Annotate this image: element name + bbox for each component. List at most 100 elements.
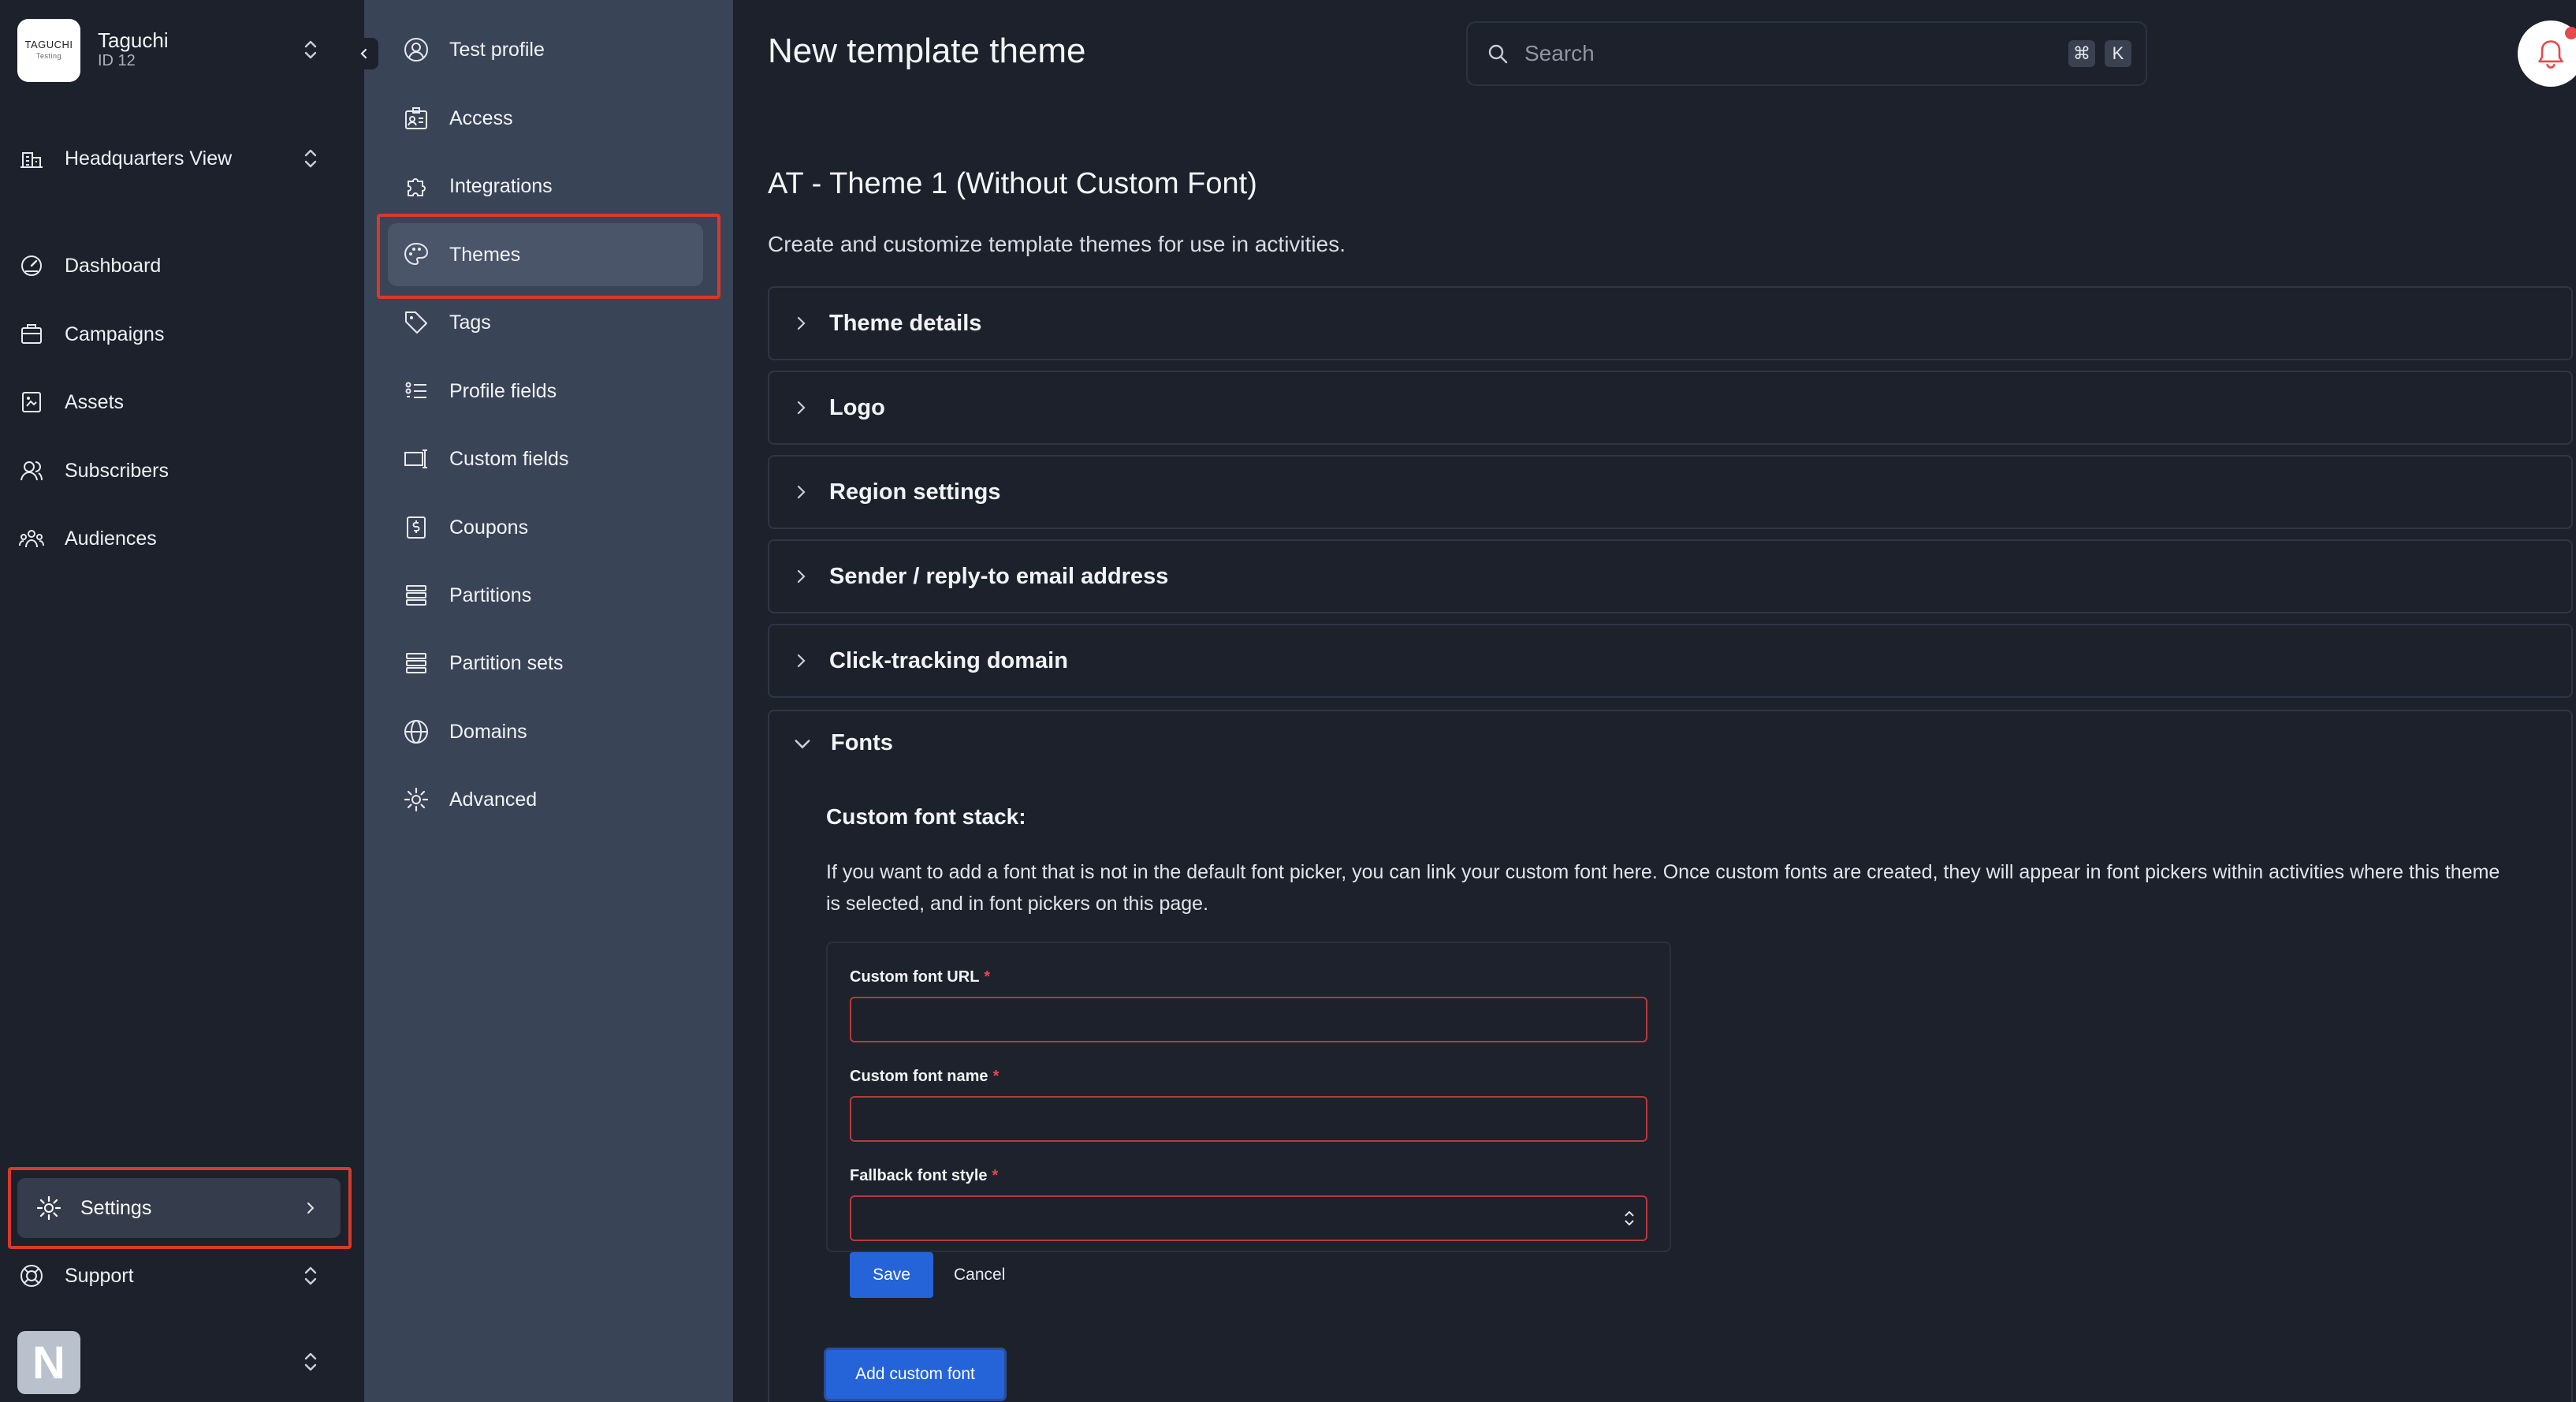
submenu-item-label: Profile fields bbox=[449, 379, 557, 402]
accordion-sender-reply-to[interactable]: Sender / reply-to email address bbox=[768, 539, 2573, 613]
support-chevrons-icon[interactable] bbox=[301, 1264, 320, 1288]
nav-item-label: Subscribers bbox=[65, 459, 169, 482]
palette-icon bbox=[402, 241, 430, 269]
nav-item-audiences[interactable]: Audiences bbox=[17, 518, 341, 559]
accordion-theme-details[interactable]: Theme details bbox=[768, 286, 2573, 360]
page-title: New template theme bbox=[768, 32, 1086, 70]
nav-item-support[interactable]: Support bbox=[17, 1255, 341, 1296]
submenu-item-domains[interactable]: Domains bbox=[388, 700, 703, 763]
subscribers-icon bbox=[17, 457, 46, 485]
submenu-item-partitions[interactable]: Partitions bbox=[388, 564, 703, 627]
fallback-font-style-label: Fallback font style * bbox=[850, 1167, 998, 1185]
submenu-item-profile-fields[interactable]: Profile fields bbox=[388, 360, 703, 423]
org-logo-text: TAGUCHI bbox=[24, 39, 73, 50]
primary-sidebar: TAGUCHI Testing Taguchi ID 12 Headquarte… bbox=[0, 0, 364, 1402]
fallback-font-style-select[interactable] bbox=[850, 1195, 1647, 1241]
submenu-item-label: Partition sets bbox=[449, 651, 564, 674]
chevron-right-icon bbox=[797, 654, 806, 668]
view-switcher-chevrons-icon[interactable] bbox=[301, 147, 320, 170]
cancel-button[interactable]: Cancel bbox=[954, 1252, 1005, 1298]
accordion-region-settings[interactable]: Region settings bbox=[768, 455, 2573, 529]
label-text: Custom font URL bbox=[850, 968, 980, 986]
bell-icon bbox=[2538, 40, 2563, 69]
custom-font-name-input[interactable] bbox=[850, 1096, 1647, 1142]
coupon-icon bbox=[402, 513, 430, 542]
submenu-item-label: Themes bbox=[449, 243, 521, 266]
org-name: Taguchi bbox=[98, 28, 169, 52]
select-chevrons-icon bbox=[1625, 1210, 1634, 1226]
accordion-label: Logo bbox=[829, 394, 885, 420]
submenu-item-label: Tags bbox=[449, 311, 491, 334]
collapse-sidebar-button[interactable] bbox=[350, 38, 378, 69]
user-menu-chevrons-icon[interactable] bbox=[301, 1350, 320, 1374]
search-box[interactable]: Search ⌘ K bbox=[1466, 21, 2147, 86]
accordion-label: Click-tracking domain bbox=[829, 647, 1068, 673]
submenu-item-tags[interactable]: Tags bbox=[388, 291, 703, 354]
required-mark: * bbox=[992, 1068, 1000, 1085]
shortcut-key-cmd: ⌘ bbox=[2068, 40, 2095, 67]
gear-icon bbox=[402, 785, 430, 814]
nav-item-label: Support bbox=[65, 1264, 134, 1287]
nav-item-settings[interactable]: Settings bbox=[17, 1178, 341, 1238]
submenu-item-partition-sets[interactable]: Partition sets bbox=[388, 632, 703, 695]
add-custom-font-button[interactable]: Add custom font bbox=[826, 1350, 1004, 1399]
user-circle-icon bbox=[402, 35, 430, 64]
tag-icon bbox=[402, 308, 430, 337]
custom-field-icon bbox=[402, 445, 430, 473]
save-button[interactable]: Save bbox=[850, 1252, 933, 1298]
puzzle-icon bbox=[402, 172, 430, 200]
list-icon bbox=[402, 377, 430, 405]
stack-icon bbox=[402, 581, 430, 610]
nav-item-label: Settings bbox=[80, 1196, 152, 1219]
custom-font-stack-description: If you want to add a font that is not in… bbox=[826, 861, 2500, 915]
submenu-item-label: Test profile bbox=[449, 38, 545, 61]
chevron-right-icon bbox=[797, 316, 806, 330]
accordion-label: Theme details bbox=[829, 310, 982, 336]
assets-icon bbox=[17, 388, 46, 416]
accordion-fonts-header[interactable]: Fonts bbox=[791, 730, 893, 756]
nav-item-subscribers[interactable]: Subscribers bbox=[17, 450, 341, 491]
custom-font-url-input[interactable] bbox=[850, 997, 1647, 1042]
submenu-item-coupons[interactable]: Coupons bbox=[388, 496, 703, 559]
search-placeholder: Search bbox=[1524, 41, 1595, 65]
nav-item-campaigns[interactable]: Campaigns bbox=[17, 314, 341, 355]
label-text: Fallback font style bbox=[850, 1167, 988, 1184]
notifications-button[interactable] bbox=[2518, 21, 2576, 87]
user-avatar[interactable]: N bbox=[17, 1331, 80, 1394]
globe-icon bbox=[402, 718, 430, 746]
accordion-click-tracking-domain[interactable]: Click-tracking domain bbox=[768, 624, 2573, 698]
building-icon bbox=[17, 144, 46, 173]
submenu-item-advanced[interactable]: Advanced bbox=[388, 768, 703, 831]
submenu-item-custom-fields[interactable]: Custom fields bbox=[388, 427, 703, 490]
main-content: New template theme Search ⌘ K AT - Theme… bbox=[733, 0, 2576, 1402]
stack-icon bbox=[402, 649, 430, 677]
custom-font-form: Custom font URL * Custom font name * Fallb… bbox=[826, 942, 1671, 1298]
search-icon bbox=[1487, 43, 1509, 65]
settings-submenu: Test profile Access Integrations Themes … bbox=[364, 0, 733, 1402]
nav-item-label: Campaigns bbox=[65, 323, 165, 345]
theme-name: AT - Theme 1 (Without Custom Font) bbox=[768, 167, 1257, 200]
submenu-item-integrations[interactable]: Integrations bbox=[388, 155, 703, 218]
org-logo[interactable]: TAGUCHI Testing bbox=[17, 19, 80, 82]
view-selector[interactable]: Headquarters View bbox=[17, 138, 341, 179]
chevron-right-icon bbox=[797, 485, 806, 499]
accordion-label: Region settings bbox=[829, 479, 1001, 505]
theme-description: Create and customize template themes for… bbox=[768, 232, 1346, 256]
submenu-item-themes[interactable]: Themes bbox=[388, 223, 703, 286]
submenu-item-test-profile[interactable]: Test profile bbox=[388, 18, 703, 81]
submenu-item-label: Coupons bbox=[449, 516, 529, 539]
lifebuoy-icon bbox=[17, 1262, 46, 1290]
nav-item-assets[interactable]: Assets bbox=[17, 382, 341, 423]
id-card-icon bbox=[402, 104, 430, 132]
gear-icon bbox=[35, 1194, 63, 1222]
notification-dot bbox=[2565, 27, 2576, 39]
submenu-item-label: Access bbox=[449, 106, 513, 129]
accordion-logo[interactable]: Logo bbox=[768, 371, 2573, 445]
dashboard-icon bbox=[17, 252, 46, 280]
accordion-label: Sender / reply-to email address bbox=[829, 563, 1169, 589]
custom-font-name-label: Custom font name * bbox=[850, 1068, 999, 1086]
nav-item-dashboard[interactable]: Dashboard bbox=[17, 245, 341, 286]
org-switcher-chevrons-icon[interactable] bbox=[301, 38, 320, 62]
submenu-item-access[interactable]: Access bbox=[388, 87, 703, 150]
view-selector-label: Headquarters View bbox=[65, 147, 233, 170]
